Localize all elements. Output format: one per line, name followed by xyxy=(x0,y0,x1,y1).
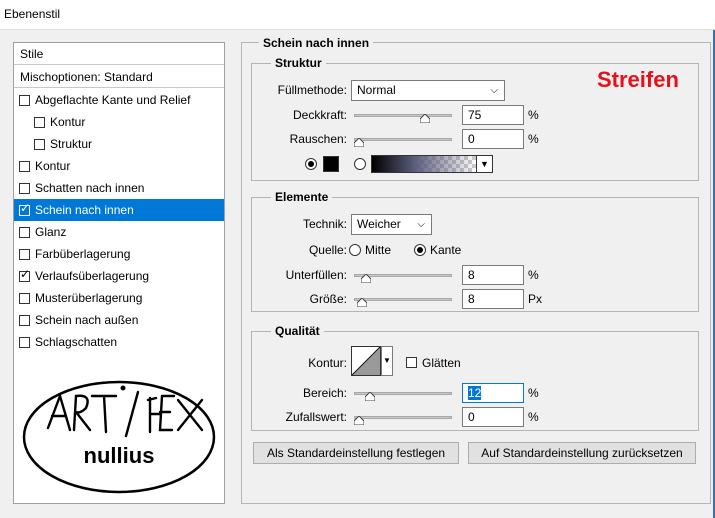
size-input[interactable]: 8 xyxy=(462,289,524,309)
style-item[interactable]: Schein nach außen xyxy=(14,309,224,331)
opacity-input[interactable]: 75 xyxy=(462,105,524,125)
style-checkbox[interactable] xyxy=(19,249,30,260)
svg-text:nullius: nullius xyxy=(84,443,155,468)
style-item[interactable]: Struktur xyxy=(14,133,224,155)
choke-slider[interactable] xyxy=(354,271,452,283)
gradient-dropdown-icon[interactable]: ▼ xyxy=(476,155,493,173)
reset-default-button[interactable]: Auf Standardeinstellung zurücksetzen xyxy=(468,442,696,464)
style-item-label: Abgeflachte Kante und Relief xyxy=(35,93,191,107)
jitter-unit: % xyxy=(528,410,539,424)
style-item-label: Schein nach außen xyxy=(35,313,139,327)
style-item[interactable]: Schlagschatten xyxy=(14,331,224,353)
technique-select[interactable]: Weicher ⌵ xyxy=(351,214,432,235)
size-unit: Px xyxy=(528,292,543,306)
gradient-radio[interactable] xyxy=(354,158,366,170)
style-item[interactable]: Abgeflachte Kante und Relief xyxy=(14,89,224,111)
set-default-button[interactable]: Als Standardeinstellung festlegen xyxy=(253,442,459,464)
style-item-label: Schlagschatten xyxy=(35,335,118,349)
style-checkbox[interactable] xyxy=(34,139,45,150)
style-checkbox[interactable] xyxy=(19,315,30,326)
range-value: 12 xyxy=(468,386,482,400)
antialias-label: Glätten xyxy=(422,356,461,370)
section-title: Schein nach innen xyxy=(259,36,374,50)
style-item-label: Musterüberlagerung xyxy=(35,291,143,305)
size-slider[interactable] xyxy=(354,295,452,307)
chevron-down-icon: ⌵ xyxy=(490,85,498,96)
style-item-label: Glanz xyxy=(35,225,67,239)
contour-dropdown-icon[interactable]: ▼ xyxy=(381,346,393,376)
range-unit: % xyxy=(528,386,539,400)
style-checkbox[interactable]: ✓ xyxy=(19,267,31,282)
technique-label: Technik: xyxy=(302,217,347,231)
range-input[interactable]: 12 xyxy=(462,383,524,403)
style-item[interactable]: ✓ Schein nach innen xyxy=(14,199,224,221)
choke-input[interactable]: 8 xyxy=(462,265,524,285)
technique-value: Weicher xyxy=(357,217,401,231)
checkmark-icon: ✓ xyxy=(20,201,31,215)
source-label: Quelle: xyxy=(308,243,347,257)
fill-method-value: Normal xyxy=(357,83,396,97)
style-item[interactable]: Glanz xyxy=(14,221,224,243)
contour-label: Kontur: xyxy=(308,356,347,370)
style-checkbox[interactable] xyxy=(19,293,30,304)
title-bar: Ebenenstil xyxy=(0,0,715,30)
style-checkbox[interactable] xyxy=(19,161,30,172)
style-checkbox[interactable] xyxy=(19,337,30,348)
source-center-radio[interactable] xyxy=(349,244,361,256)
solid-color-radio[interactable] xyxy=(305,158,317,170)
style-checkbox[interactable] xyxy=(19,183,30,194)
source-edge-label: Kante xyxy=(430,243,462,257)
chevron-down-icon: ⌵ xyxy=(417,219,425,230)
opacity-label: Deckkraft: xyxy=(292,108,347,122)
range-slider[interactable] xyxy=(354,389,452,401)
noise-slider[interactable] xyxy=(354,135,452,147)
contour-picker[interactable] xyxy=(351,346,381,376)
choke-label: Unterfüllen: xyxy=(285,268,347,282)
gradient-picker[interactable] xyxy=(371,155,477,173)
style-checkbox[interactable] xyxy=(19,227,30,238)
jitter-input[interactable]: 0 xyxy=(462,407,524,427)
checkmark-icon: ✓ xyxy=(20,267,31,281)
elemente-title: Elemente xyxy=(271,190,333,204)
fill-method-select[interactable]: Normal ⌵ xyxy=(351,80,505,101)
color-swatch[interactable] xyxy=(323,156,339,172)
window-title: Ebenenstil xyxy=(4,7,61,21)
noise-label: Rauschen: xyxy=(289,132,347,146)
source-edge-radio[interactable] xyxy=(414,244,426,256)
style-item-label: Farbüberlagerung xyxy=(35,247,131,261)
style-item[interactable]: ✓ Verlaufsüberlagerung xyxy=(14,265,224,287)
style-checkbox[interactable] xyxy=(34,117,45,128)
style-item[interactable]: Farbüberlagerung xyxy=(14,243,224,265)
style-item-label: Schatten nach innen xyxy=(35,181,145,195)
style-item-label: Kontur xyxy=(50,115,86,129)
fill-method-label: Füllmethode: xyxy=(277,83,347,97)
style-item-label: Schein nach innen xyxy=(35,203,134,217)
choke-unit: % xyxy=(528,268,539,282)
styles-panel: Stile Mischoptionen: Standard Abgeflacht… xyxy=(13,42,225,504)
blend-options-item[interactable]: Mischoptionen: Standard xyxy=(14,66,224,88)
qualitaet-title: Qualität xyxy=(271,324,324,338)
source-center-label: Mitte xyxy=(365,243,392,257)
styles-header[interactable]: Stile xyxy=(14,43,224,65)
style-item-label: Struktur xyxy=(50,137,93,151)
range-label: Bereich: xyxy=(302,386,347,400)
jitter-slider[interactable] xyxy=(354,413,452,425)
noise-unit: % xyxy=(528,132,539,146)
style-checkbox[interactable]: ✓ xyxy=(19,201,31,216)
noise-input[interactable]: 0 xyxy=(462,129,524,149)
style-item-label: Verlaufsüberlagerung xyxy=(35,269,150,283)
struktur-title: Struktur xyxy=(271,56,326,70)
opacity-slider[interactable] xyxy=(354,111,452,123)
style-checkbox[interactable] xyxy=(19,95,30,106)
style-item[interactable]: Kontur xyxy=(14,111,224,133)
antialias-checkbox[interactable] xyxy=(406,357,417,368)
artifex-logo: nullius xyxy=(22,380,216,494)
style-item[interactable]: Musterüberlagerung xyxy=(14,287,224,309)
opacity-unit: % xyxy=(528,108,539,122)
style-item-label: Kontur xyxy=(35,159,71,173)
jitter-label: Zufallswert: xyxy=(285,410,347,424)
style-item[interactable]: Schatten nach innen xyxy=(14,177,224,199)
style-item[interactable]: Kontur xyxy=(14,155,224,177)
size-label: Größe: xyxy=(309,292,347,306)
